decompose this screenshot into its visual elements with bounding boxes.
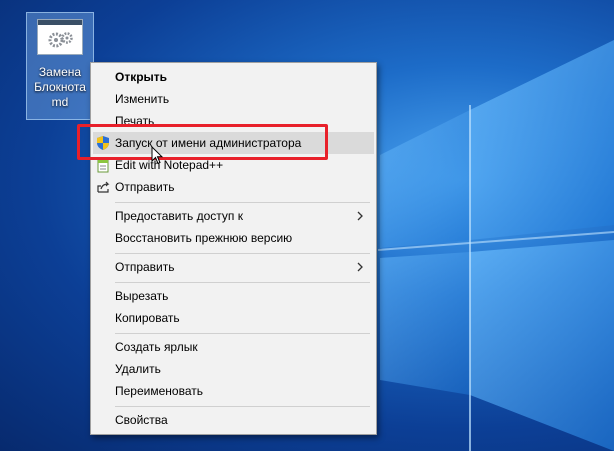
menu-item-send-to[interactable]: Отправить: [93, 256, 374, 278]
menu-separator: [115, 253, 370, 254]
menu-item-share[interactable]: Отправить: [93, 176, 374, 198]
mouse-cursor-icon: [151, 146, 163, 165]
menu-item-rename[interactable]: Переименовать: [93, 380, 374, 402]
notepad-gears-icon: [37, 19, 83, 55]
chevron-right-icon: [357, 262, 363, 272]
context-menu: Открыть Изменить Печать Запуск от имени …: [90, 62, 377, 435]
menu-separator: [115, 333, 370, 334]
menu-item-copy[interactable]: Копировать: [93, 307, 374, 329]
desktop-file-label: Замена Блокнота md: [34, 65, 86, 109]
menu-separator: [115, 406, 370, 407]
menu-separator: [115, 202, 370, 203]
desktop-file-icon[interactable]: Замена Блокнота md: [26, 12, 94, 120]
menu-item-create-shortcut[interactable]: Создать ярлык: [93, 336, 374, 358]
menu-item-edit[interactable]: Изменить: [93, 88, 374, 110]
menu-item-cut[interactable]: Вырезать: [93, 285, 374, 307]
menu-item-properties[interactable]: Свойства: [93, 409, 374, 431]
menu-item-open[interactable]: Открыть: [93, 66, 374, 88]
desktop[interactable]: Замена Блокнота md Открыть Изменить Печа…: [0, 0, 614, 451]
menu-item-restore-versions[interactable]: Восстановить прежнюю версию: [93, 227, 374, 249]
menu-item-give-access[interactable]: Предоставить доступ к: [93, 205, 374, 227]
chevron-right-icon: [357, 211, 363, 221]
highlight-annotation: [77, 124, 328, 160]
share-icon: [97, 181, 110, 193]
menu-item-delete[interactable]: Удалить: [93, 358, 374, 380]
menu-separator: [115, 282, 370, 283]
